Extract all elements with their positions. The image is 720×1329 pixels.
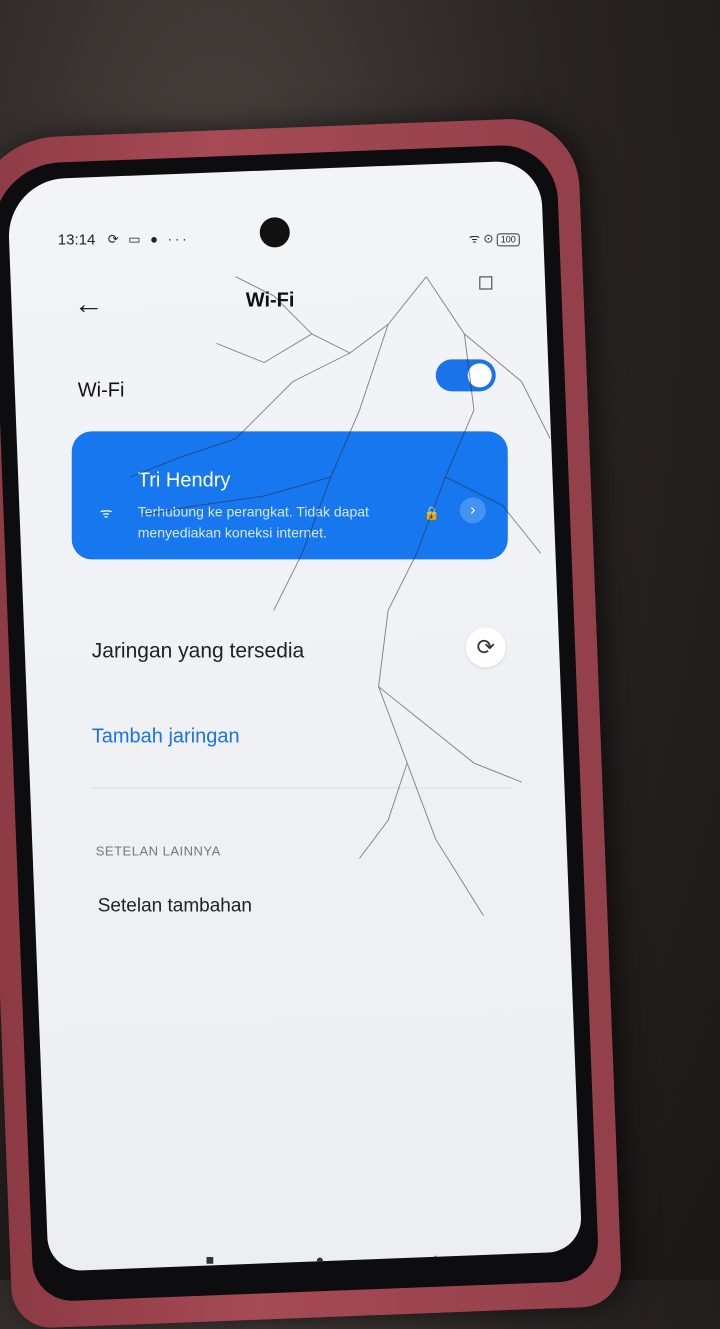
connected-network-card[interactable]: ᯤ Tri Hendry Terhubung ke perangkat. Tid… [71,431,508,560]
status-time: 13:14 [57,231,96,249]
notification-icons: ⟳ ▭ ● ··· [107,231,190,247]
available-networks-heading: Jaringan yang tersedia [91,639,305,663]
screen-crack-overlay [130,276,551,916]
section-title: SETELAN LAINNYA [95,843,221,859]
network-name: Tri Hendry [137,469,231,492]
wifi-toggle-label: Wi-Fi [77,379,125,402]
edit-icon[interactable]: ☐ [478,273,494,294]
lock-icon: 🔒 [423,505,440,521]
screen-content: 13:14 ⟳ ▭ ● ··· ᯤ ⊙ 100 ← Wi-Fi ☐ Wi-Fi … [26,169,560,1267]
battery-icon: 100 [496,233,520,247]
signal-icon: ᯤ ⊙ [469,231,494,246]
toggle-knob [467,363,492,388]
phone-case: 13:14 ⟳ ▭ ● ··· ᯤ ⊙ 100 ← Wi-Fi ☐ Wi-Fi … [0,116,623,1329]
divider [91,787,512,789]
phone-bezel: 13:14 ⟳ ▭ ● ··· ᯤ ⊙ 100 ← Wi-Fi ☐ Wi-Fi … [0,143,600,1303]
recent-apps-icon[interactable]: ■ [206,1251,214,1267]
page-title: Wi-Fi [245,289,295,312]
network-status: Terhubung ke perangkat. Tidak dapat meny… [137,503,369,541]
back-arrow-icon[interactable]: ← [74,287,104,321]
additional-settings-item[interactable]: Setelan tambahan [98,895,252,917]
wifi-toggle[interactable] [435,359,496,392]
front-camera [259,217,290,248]
refresh-icon[interactable]: ⟳ [465,627,506,668]
navigation-bar: ■ ● ◀ [26,1251,560,1271]
home-icon[interactable]: ● [316,1251,324,1267]
status-right-icons: ᯤ ⊙ 100 [469,229,520,247]
chevron-right-icon[interactable]: › [459,497,486,524]
nav-back-icon[interactable]: ◀ [426,1251,437,1268]
phone-screen: 13:14 ⟳ ▭ ● ··· ᯤ ⊙ 100 ← Wi-Fi ☐ Wi-Fi … [6,159,583,1272]
add-network-link[interactable]: Tambah jaringan [92,725,240,748]
wifi-icon: ᯤ [99,504,113,521]
